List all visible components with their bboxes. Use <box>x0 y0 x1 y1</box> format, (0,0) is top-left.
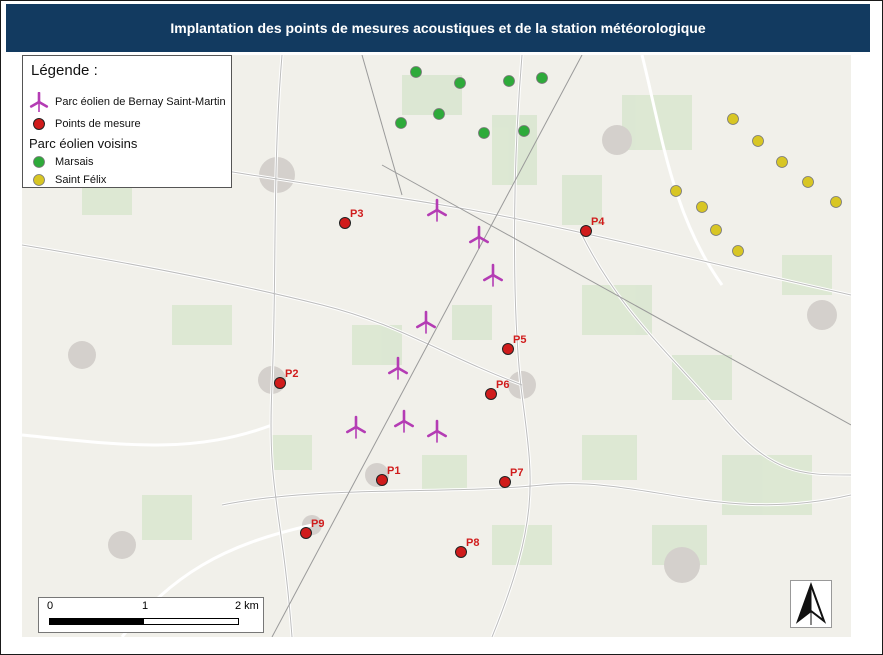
saint-felix-turbine-7 <box>696 201 708 213</box>
measure-point-label-p5: P5 <box>513 334 526 346</box>
measure-point-p5 <box>502 343 514 355</box>
scale-bar-graphic <box>49 618 239 625</box>
legend-panel: Légende : Parc éolien de Bernay Saint-Ma… <box>22 55 232 188</box>
wind-turbine-icon <box>29 92 49 112</box>
scale-label-1: 1 <box>142 600 149 612</box>
measure-point-label-p6: P6 <box>496 379 509 391</box>
scale-label-0: 0 <box>47 600 54 612</box>
marsais-turbine-1 <box>410 66 422 78</box>
measure-point-label-p9: P9 <box>311 518 324 530</box>
saint-felix-turbine-1 <box>727 113 739 125</box>
measure-point-p1 <box>376 474 388 486</box>
scale-bar: 0 1 2 km <box>38 597 264 633</box>
saint-felix-turbine-9 <box>732 245 744 257</box>
measure-point-label-p2: P2 <box>285 368 298 380</box>
measure-point-p2 <box>274 377 286 389</box>
marsais-turbine-7 <box>478 127 490 139</box>
legend-row-measure-points: Points de mesure <box>29 114 141 134</box>
saint-felix-turbine-3 <box>776 156 788 168</box>
legend-saint-felix-label: Saint Félix <box>55 174 107 186</box>
legend-wind-farm-label: Parc éolien de Bernay Saint-Martin <box>55 96 226 108</box>
measure-point-label-p7: P7 <box>510 467 523 479</box>
legend-row-saint-felix: Saint Félix <box>29 170 106 190</box>
saint-felix-turbine-6 <box>670 185 682 197</box>
measure-point-p6 <box>485 388 497 400</box>
saint-felix-turbine-4 <box>802 176 814 188</box>
marsais-turbine-4 <box>536 72 548 84</box>
saint-felix-turbine-icon <box>29 170 49 190</box>
wind-turbine-6 <box>346 415 366 439</box>
measure-point-label-p1: P1 <box>387 465 400 477</box>
measure-point-label-p3: P3 <box>350 208 363 220</box>
marsais-turbine-8 <box>518 125 530 137</box>
legend-row-wind-farm: Parc éolien de Bernay Saint-Martin <box>29 92 226 112</box>
map-title: Implantation des points de mesures acous… <box>170 20 706 36</box>
marsais-turbine-icon <box>29 152 49 172</box>
measure-point-p4 <box>580 225 592 237</box>
measure-point-p7 <box>499 476 511 488</box>
saint-felix-turbine-5 <box>830 196 842 208</box>
marsais-turbine-5 <box>395 117 407 129</box>
legend-heading: Légende : <box>31 62 98 79</box>
wind-turbine-7 <box>394 409 414 433</box>
map-title-bar: Implantation des points de mesures acous… <box>6 4 870 52</box>
measure-point-p3 <box>339 217 351 229</box>
legend-marsais-label: Marsais <box>55 156 94 168</box>
measure-point-p9 <box>300 527 312 539</box>
marsais-turbine-6 <box>433 108 445 120</box>
legend-row-marsais: Marsais <box>29 152 94 172</box>
marsais-turbine-2 <box>454 77 466 89</box>
measure-point-label-p8: P8 <box>466 537 479 549</box>
measure-point-p8 <box>455 546 467 558</box>
scale-label-2: 2 km <box>235 600 259 612</box>
measure-point-label-p4: P4 <box>591 216 605 228</box>
legend-measure-points-label: Points de mesure <box>55 118 141 130</box>
wind-turbine-8 <box>427 419 447 443</box>
saint-felix-turbine-8 <box>710 224 722 236</box>
marsais-turbine-3 <box>503 75 515 87</box>
wind-turbine-3 <box>483 263 503 287</box>
measure-point-icon <box>29 114 49 134</box>
north-arrow-icon <box>790 580 832 628</box>
legend-neighbor-heading: Parc éolien voisins <box>29 136 138 151</box>
wind-turbine-4 <box>416 310 436 334</box>
saint-felix-turbine-2 <box>752 135 764 147</box>
